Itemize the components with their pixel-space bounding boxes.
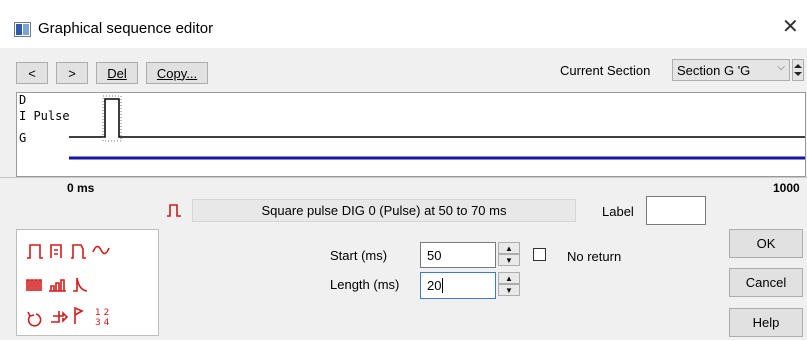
length-spinner[interactable]: ▲ ▼: [498, 272, 520, 296]
pulse-train-icon: [50, 244, 62, 258]
text-cursor: [442, 278, 444, 293]
spin-down-icon[interactable]: ▼: [498, 254, 520, 266]
spin-up-icon[interactable]: ▲: [498, 272, 520, 284]
marker-flag-icon: [74, 306, 84, 324]
no-return-label: No return: [567, 249, 622, 264]
square-pulse-icon: [27, 244, 43, 259]
branch-icon: [51, 311, 69, 323]
stepped-pulse-icon: [49, 279, 66, 292]
length-input[interactable]: 20: [420, 272, 496, 299]
start-input[interactable]: 50: [420, 242, 496, 268]
no-return-checkbox[interactable]: [533, 248, 546, 261]
spin-up-icon[interactable]: ▲: [498, 242, 520, 254]
section-spin-button[interactable]: [792, 59, 804, 81]
del-button-label: Del: [107, 65, 127, 81]
cancel-button[interactable]: Cancel: [729, 268, 803, 297]
copy-button-label: Copy...: [156, 65, 198, 81]
square-pulse-icon: [167, 204, 181, 217]
window-title: Graphical sequence editor: [38, 20, 214, 37]
current-section-select[interactable]: Section G 'G ⌵: [672, 59, 790, 81]
spin-arrows-icon: [794, 64, 802, 76]
length-label: Length (ms): [330, 277, 400, 292]
start-spinner[interactable]: ▲ ▼: [498, 242, 520, 266]
copy-button[interactable]: Copy...: [146, 62, 208, 84]
next-button[interactable]: >: [56, 62, 88, 84]
current-section-value: Section G 'G: [677, 62, 751, 78]
prev-button[interactable]: <: [16, 62, 48, 84]
palette-icons: 1 2 3 4: [26, 244, 110, 328]
label-caption: Label: [602, 204, 634, 219]
help-button[interactable]: Help: [729, 308, 803, 337]
exp-decay-icon: [73, 277, 88, 292]
table-values-icon: 1 2 3 4: [95, 308, 110, 328]
axis-end-label: 1000: [773, 181, 800, 195]
multi-pulse-icon: [26, 279, 42, 291]
loop-icon: [27, 311, 42, 327]
ramp-pulse-icon: [71, 244, 86, 259]
start-label: Start (ms): [330, 248, 388, 263]
del-button[interactable]: Del: [96, 62, 138, 84]
close-icon[interactable]: ✕: [782, 17, 799, 37]
sine-wave-icon: [92, 245, 110, 255]
length-value: 20: [427, 278, 442, 293]
chevron-down-icon: ⌵: [777, 62, 785, 73]
ok-button[interactable]: OK: [729, 229, 803, 258]
item-description: Square pulse DIG 0 (Pulse) at 50 to 70 m…: [192, 199, 576, 222]
label-input[interactable]: [646, 196, 706, 225]
current-section-label: Current Section: [560, 63, 651, 78]
item-palette: 1 2 3 4: [16, 229, 159, 336]
app-icon: [14, 22, 31, 37]
svg-text:1 2: 1 2: [95, 308, 109, 318]
divider: [0, 177, 807, 178]
axis-start-label: 0 ms: [67, 181, 95, 195]
sequence-view[interactable]: D I Pulse G: [16, 92, 806, 177]
svg-text:3 4: 3 4: [95, 318, 110, 328]
sequence-trace: [69, 95, 805, 160]
spin-down-icon[interactable]: ▼: [498, 284, 520, 296]
